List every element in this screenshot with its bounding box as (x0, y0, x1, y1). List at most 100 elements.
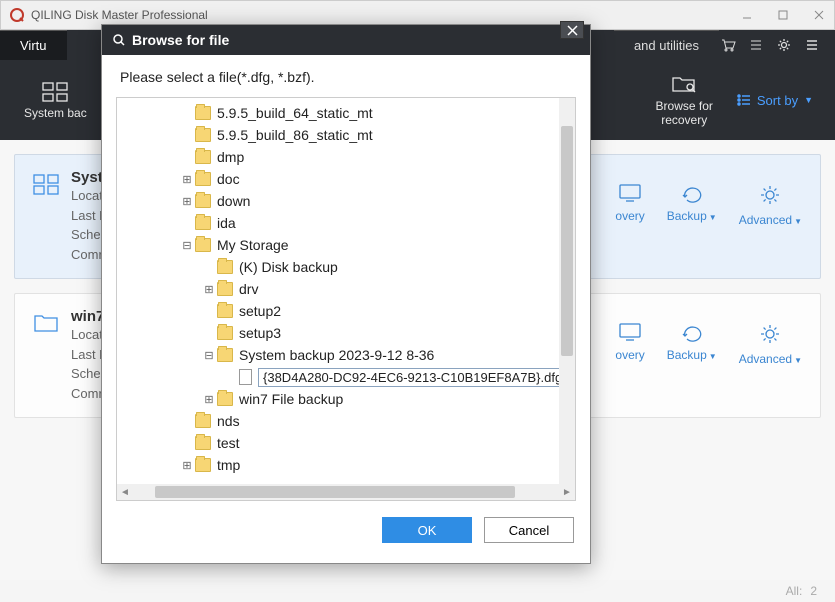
horizontal-scrollbar[interactable]: ◄ ► (117, 484, 575, 500)
minimize-button[interactable] (740, 8, 754, 22)
scroll-right-icon[interactable]: ► (559, 487, 575, 498)
advanced-label: Advanced (739, 352, 792, 366)
tree-row[interactable]: 5.9.5_build_86_static_mt (123, 124, 575, 146)
backup-action[interactable]: Backup▼ (667, 183, 717, 223)
dialog-titlebar: Browse for file (102, 25, 590, 55)
browse-recovery-label-2: recovery (661, 113, 707, 127)
maximize-button[interactable] (776, 8, 790, 22)
expand-icon[interactable]: ⊞ (203, 283, 215, 296)
tab-virtual[interactable]: Virtu (0, 30, 67, 60)
collapse-icon[interactable]: ⊟ (203, 349, 215, 362)
folder-icon (33, 312, 59, 339)
expand-icon[interactable]: ⊞ (181, 195, 193, 208)
browse-icon (112, 33, 126, 47)
folder-icon (217, 348, 233, 362)
tree-item-label: 5.9.5_build_64_static_mt (217, 105, 373, 121)
list-icon[interactable] (747, 36, 765, 54)
tree-row[interactable]: ida (123, 212, 575, 234)
expand-icon[interactable]: ⊞ (181, 459, 193, 472)
tree-row[interactable]: ⊟System backup 2023-9-12 8-36 (123, 344, 575, 366)
folder-icon (217, 304, 233, 318)
backup-label: Backup (667, 348, 707, 362)
expand-icon[interactable]: ⊞ (181, 173, 193, 186)
advanced-action[interactable]: Advanced▼ (739, 183, 802, 227)
menu-icon[interactable] (803, 36, 821, 54)
dialog-close-button[interactable] (560, 21, 584, 39)
tree-item-label: nds (217, 413, 240, 429)
browse-recovery-label-1: Browse for (656, 99, 713, 113)
vertical-scroll-thumb[interactable] (561, 126, 573, 356)
selected-file-label: {38D4A280-DC92-4EC6-9213-C10B19EF8A7B}.d… (258, 368, 567, 387)
collapse-icon[interactable]: ⊟ (181, 239, 193, 252)
folder-icon (195, 216, 211, 230)
tab-utilities[interactable]: and utilities (614, 30, 719, 60)
tree-row[interactable]: ⊞ tmp (123, 454, 575, 476)
tree-item-label: (K) Disk backup (239, 259, 338, 275)
tree-row[interactable]: 5.9.5_build_64_static_mt (123, 102, 575, 124)
horizontal-scroll-thumb[interactable] (155, 486, 515, 498)
tree-item-label: setup3 (239, 325, 281, 341)
chevron-down-icon: ▼ (794, 217, 802, 226)
tree-item-label: 5.9.5_build_86_static_mt (217, 127, 373, 143)
tree-row[interactable]: ⊞ drv (123, 278, 575, 300)
tree-row[interactable]: dmp (123, 146, 575, 168)
tree-row[interactable]: ⊞ win7 File backup (123, 388, 575, 410)
browse-file-dialog: Browse for file Please select a file(*.d… (101, 24, 591, 564)
file-tree[interactable]: 5.9.5_build_64_static_mt 5.9.5_build_86_s… (117, 98, 575, 484)
folder-icon (217, 282, 233, 296)
folder-icon (195, 128, 211, 142)
ok-button[interactable]: OK (382, 517, 472, 543)
folder-icon (217, 326, 233, 340)
sort-by-button[interactable]: Sort by ▼ (737, 93, 835, 108)
close-button[interactable] (812, 8, 826, 22)
tree-item-label: My Storage (217, 237, 289, 253)
dialog-subtitle: Please select a file(*.dfg, *.bzf). (102, 55, 590, 93)
tree-row[interactable]: (K) Disk backup (123, 256, 575, 278)
file-icon (239, 369, 252, 385)
tree-row[interactable]: test (123, 432, 575, 454)
chevron-down-icon: ▼ (709, 352, 717, 361)
tree-item-label: drv (239, 281, 258, 297)
folder-icon (195, 194, 211, 208)
advanced-action[interactable]: Advanced▼ (739, 322, 802, 366)
folder-icon (195, 458, 211, 472)
folder-icon (195, 106, 211, 120)
gear-icon[interactable] (775, 36, 793, 54)
tab-virtual-label: Virtu (20, 38, 47, 53)
tree-item-label: tmp (217, 457, 240, 473)
backup-action[interactable]: Backup▼ (667, 322, 717, 362)
cancel-button[interactable]: Cancel (484, 517, 574, 543)
browse-recovery-button[interactable]: Browse for recovery (632, 73, 737, 127)
backup-label: Backup (667, 209, 707, 223)
system-backup-button[interactable]: System bac (0, 80, 111, 120)
chevron-down-icon: ▼ (804, 95, 813, 105)
folder-icon (195, 238, 211, 252)
tree-row[interactable]: nds (123, 410, 575, 432)
dialog-title: Browse for file (132, 32, 229, 48)
tree-item-label: win7 File backup (239, 391, 343, 407)
tree-item-label: dmp (217, 149, 244, 165)
folder-icon (195, 436, 211, 450)
tree-row[interactable]: ⊞down (123, 190, 575, 212)
recovery-action[interactable]: overy (615, 322, 644, 362)
system-backup-label: System bac (24, 106, 87, 120)
scroll-left-icon[interactable]: ◄ (117, 487, 133, 498)
vertical-scrollbar[interactable] (559, 98, 575, 484)
tree-row[interactable]: ⊞doc (123, 168, 575, 190)
tree-row[interactable]: setup2 (123, 300, 575, 322)
expand-icon[interactable]: ⊞ (203, 393, 215, 406)
tree-row[interactable]: ⊟ My Storage (123, 234, 575, 256)
recovery-action[interactable]: overy (615, 183, 644, 223)
folder-icon (195, 150, 211, 164)
sort-by-label: Sort by (757, 93, 798, 108)
file-tree-wrapper: 5.9.5_build_64_static_mt 5.9.5_build_86_s… (116, 97, 576, 501)
tree-row[interactable]: {38D4A280-DC92-4EC6-9213-C10B19EF8A7B}.d… (123, 366, 575, 388)
advanced-label: Advanced (739, 213, 792, 227)
app-logo-icon (9, 7, 25, 23)
cancel-label: Cancel (509, 523, 549, 538)
chevron-down-icon: ▼ (709, 213, 717, 222)
status-count: 2 (810, 584, 817, 598)
tree-row[interactable]: setup3 (123, 322, 575, 344)
status-label: All: (786, 584, 803, 598)
cart-icon[interactable] (719, 36, 737, 54)
